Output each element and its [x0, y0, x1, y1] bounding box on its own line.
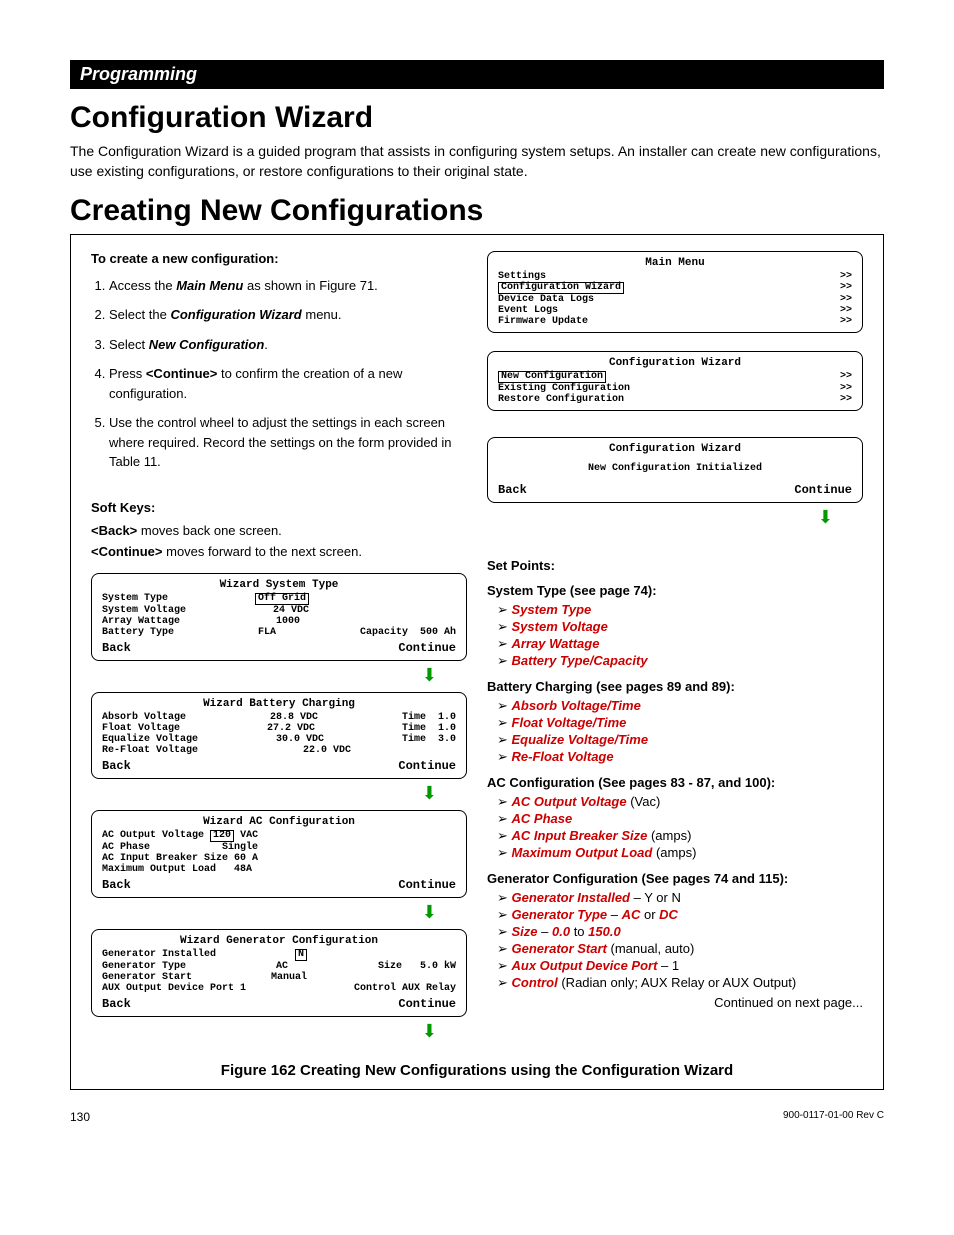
ac-config-list: AC Output Voltage (Vac) AC Phase AC Inpu…: [497, 794, 863, 861]
procedure-steps: Access the Main Menu as shown in Figure …: [109, 276, 467, 472]
soft-key-back: <Back> moves back one screen.: [91, 523, 467, 538]
wizard-ac-config-screen: Wizard AC Configuration AC Output Voltag…: [91, 810, 467, 898]
step-4: Press <Continue> to confirm the creation…: [109, 364, 467, 403]
config-wizard-menu-screen: Configuration Wizard New Configuration>>…: [487, 351, 863, 411]
soft-keys-heading: Soft Keys:: [91, 500, 467, 515]
page-number: 130: [70, 1110, 90, 1124]
system-type-group-head: System Type (see page 74):: [487, 583, 863, 598]
step-2: Select the Configuration Wizard menu.: [109, 305, 467, 325]
setpoints-heading: Set Points:: [487, 558, 863, 573]
generator-config-list: Generator Installed – Y or N Generator T…: [497, 890, 863, 991]
continued-note: Continued on next page...: [487, 995, 863, 1010]
down-arrow-icon: ⬇: [91, 1021, 467, 1042]
ac-config-group-head: AC Configuration (See pages 83 - 87, and…: [487, 775, 863, 790]
section-header: Programming: [70, 60, 884, 89]
down-arrow-icon: ⬇: [91, 783, 467, 804]
down-arrow-icon: ⬇: [487, 507, 863, 528]
figure-caption: Figure 162 Creating New Configurations u…: [91, 1062, 863, 1079]
figure-box: To create a new configuration: Access th…: [70, 234, 884, 1090]
soft-key-continue: <Continue> moves forward to the next scr…: [91, 544, 467, 559]
step-3: Select New Configuration.: [109, 335, 467, 355]
subsection-title: Creating New Configurations: [70, 194, 884, 228]
generator-config-group-head: Generator Configuration (See pages 74 an…: [487, 871, 863, 886]
new-config-initialized-screen: Configuration Wizard New Configuration I…: [487, 437, 863, 503]
system-type-list: System Type System Voltage Array Wattage…: [497, 602, 863, 669]
page-title: Configuration Wizard: [70, 101, 884, 135]
battery-charging-list: Absorb Voltage/Time Float Voltage/Time E…: [497, 698, 863, 765]
down-arrow-icon: ⬇: [91, 902, 467, 923]
page-footer: 130 900-0117-01-00 Rev C: [70, 1110, 884, 1124]
step-1: Access the Main Menu as shown in Figure …: [109, 276, 467, 296]
revision-code: 900-0117-01-00 Rev C: [783, 1110, 884, 1124]
main-menu-screen: Main Menu Settings>> Configuration Wizar…: [487, 251, 863, 333]
procedure-heading: To create a new configuration:: [91, 251, 467, 266]
intro-paragraph: The Configuration Wizard is a guided pro…: [70, 141, 884, 182]
wizard-system-type-screen: Wizard System Type System TypeOff Grid S…: [91, 573, 467, 661]
wizard-generator-config-screen: Wizard Generator Configuration Generator…: [91, 929, 467, 1017]
wizard-battery-charging-screen: Wizard Battery Charging Absorb Voltage28…: [91, 692, 467, 779]
step-5: Use the control wheel to adjust the sett…: [109, 413, 467, 472]
battery-charging-group-head: Battery Charging (see pages 89 and 89):: [487, 679, 863, 694]
down-arrow-icon: ⬇: [91, 665, 467, 686]
